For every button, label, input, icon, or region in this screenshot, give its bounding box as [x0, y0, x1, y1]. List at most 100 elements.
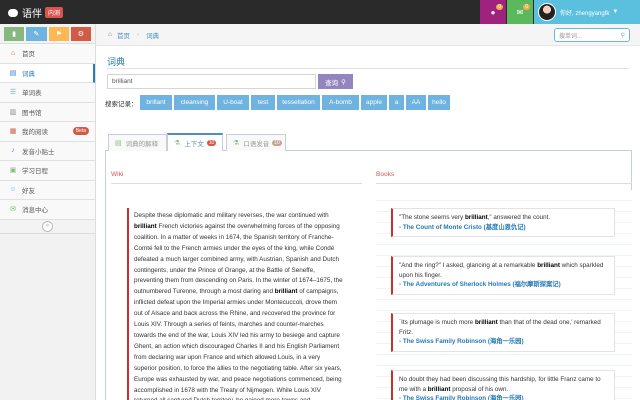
- sidebar-item-label: 消息中心: [22, 207, 48, 215]
- sidebar-item-5[interactable]: ♪ 发音小贴士: [0, 141, 95, 161]
- home-icon: ⌂: [10, 49, 16, 57]
- sidebar-item-2[interactable]: ☰ 单词表: [0, 83, 95, 103]
- shortcut-edit-icon[interactable]: ✎: [26, 27, 47, 41]
- page-title: 词典: [107, 57, 126, 67]
- query-button[interactable]: 查询 ⚲: [318, 74, 353, 89]
- sidebar-item-label: 图书馆: [22, 109, 42, 117]
- tab-count: 10: [206, 140, 217, 146]
- wiki-text: French victories against the overwhelmin…: [134, 222, 343, 296]
- double-chevron-left-icon: «: [42, 220, 53, 232]
- brand-badge: 内测: [45, 7, 64, 18]
- tab-count: 10: [272, 140, 282, 146]
- book-source-link[interactable]: - The Swiss Family Robinson (海角一乐园): [399, 338, 524, 345]
- highlight-word: brilliant: [474, 319, 498, 326]
- history-tag[interactable]: apple: [361, 95, 387, 110]
- title-divider: [107, 68, 629, 69]
- sidebar-collapse[interactable]: «: [0, 219, 95, 234]
- history-tag[interactable]: A-bomb: [322, 95, 359, 110]
- sidebar-item-label: 发音小贴士: [22, 148, 55, 156]
- tab-label: 词典的解释: [125, 141, 159, 148]
- sidebar-shortcuts: ▮ ✎ ⚑ ⚙: [0, 24, 95, 44]
- highlight-word: brilliant: [134, 222, 157, 230]
- book-icon: ▤: [115, 140, 122, 147]
- notifications-count: 0: [496, 4, 503, 10]
- top-navbar: 语伴 内测 ● 0 ✉ 0 你好, zhengyangfk ▼: [0, 0, 640, 24]
- envelope-icon: ✉: [516, 7, 524, 17]
- sidebar-item-7[interactable]: ☺ 好友: [0, 180, 95, 200]
- list-icon: ☰: [9, 89, 17, 97]
- search-input[interactable]: 搜单词... ⚲: [554, 28, 630, 42]
- sidebar-item-6[interactable]: ▣ 学习日程: [0, 161, 95, 181]
- history-tag[interactable]: AA: [406, 95, 426, 110]
- shortcut-stats-icon[interactable]: ▮: [4, 27, 25, 41]
- book-source-link[interactable]: - The Count of Monte Cristo (基度山恩仇记): [399, 224, 526, 231]
- quote-text: proposal of his own.: [450, 385, 509, 393]
- sidebar-item-label: 学习日程: [22, 168, 48, 176]
- history-tag[interactable]: a: [389, 95, 404, 110]
- history-tag[interactable]: test: [251, 95, 275, 110]
- shortcut-bookmark-icon[interactable]: ⚑: [48, 27, 69, 41]
- library-icon: ▥: [9, 108, 17, 116]
- highlight-word: brilliant: [464, 214, 488, 221]
- history-tag[interactable]: brillant: [140, 95, 172, 110]
- sidebar: ▮ ✎ ⚑ ⚙ ⌂ 首页 ▤ 词典 ☰ 单词表 ▥ 图书馆 ▦ 我的阅读 Beta ♪ 发音小贴士 ▣ 学习…: [0, 24, 96, 400]
- caret-down-icon: ▼: [612, 9, 619, 15]
- word-input[interactable]: brilliant: [107, 74, 316, 89]
- shortcut-settings-icon[interactable]: ⚙: [70, 27, 91, 41]
- avatar: [538, 3, 556, 21]
- home-icon[interactable]: ⌂: [108, 31, 112, 38]
- highlight-word: brilliant: [537, 262, 560, 269]
- reading-icon: ▦: [9, 128, 17, 136]
- book-source-link[interactable]: - The Adventures of Sherlock Holmes (福尔摩…: [399, 281, 561, 288]
- flask-icon: ⚗: [174, 140, 181, 147]
- history-tag[interactable]: cleansing: [174, 95, 215, 110]
- wiki-text: Despite these diplomatic and military re…: [134, 212, 329, 219]
- sidebar-item-4[interactable]: ▦ 我的阅读 Beta: [0, 122, 95, 142]
- breadcrumb-separator-icon: ›: [136, 31, 140, 38]
- book-quote: "The stone seems very brilliant," answer…: [391, 208, 615, 237]
- message-icon: ✉: [10, 206, 16, 214]
- books-heading: Books: [376, 171, 395, 178]
- notifications-button[interactable]: ● 0: [480, 0, 506, 24]
- user-greeting: 你好, zhengyangfk: [560, 10, 610, 17]
- book-quote: No doubt they had been discussing this h…: [391, 370, 615, 400]
- quote-text: `Its plumage is much more: [399, 319, 475, 326]
- user-menu[interactable]: 你好, zhengyangfk ▼: [534, 0, 640, 24]
- sidebar-item-label: 单词表: [22, 90, 42, 98]
- sidebar-item-8[interactable]: ✉ 消息中心: [0, 200, 95, 220]
- breadcrumb-home[interactable]: 首页: [117, 30, 130, 40]
- tab-2[interactable]: ⚗ 口语发音 10: [226, 134, 286, 151]
- result-tabs: ▤ 词典的解释 ⚗ 上下文 10 ⚗ 口语发音 10: [105, 133, 632, 151]
- brand-name: 语伴: [22, 9, 42, 20]
- history-tag[interactable]: U-boat: [217, 95, 249, 110]
- wiki-divider: [111, 183, 362, 184]
- wiki-paragraph: Despite these diplomatic and military re…: [134, 211, 344, 400]
- sidebar-item-0[interactable]: ⌂ 首页: [0, 44, 95, 64]
- messages-count: 0: [523, 4, 530, 10]
- chat-bubble-icon: [8, 8, 18, 17]
- book-quote: "And the ring?" I asked, glancing at a r…: [391, 256, 615, 295]
- book-source-link[interactable]: - The Swiss Family Robinson (海角一乐园): [399, 395, 524, 400]
- brand-logo[interactable]: 语伴 内测: [8, 5, 64, 20]
- wiki-heading: Wiki: [111, 171, 124, 178]
- sidebar-item-1[interactable]: ▤ 词典: [0, 63, 95, 83]
- history-tag[interactable]: tessellation: [277, 95, 320, 110]
- sidebar-item-label: 好友: [22, 187, 35, 195]
- flask-icon: ⚗: [233, 140, 240, 147]
- history-tag[interactable]: hello: [428, 95, 450, 110]
- bell-icon: ●: [490, 7, 496, 17]
- book-quote: `Its plumage is much more brilliant than…: [391, 313, 615, 352]
- tab-0[interactable]: ▤ 词典的解释: [108, 134, 167, 151]
- sidebar-item-label: 首页: [22, 51, 35, 59]
- sidebar-item-label: 词典: [22, 70, 35, 78]
- calendar-icon: ▣: [9, 167, 17, 175]
- sidebar-item-3[interactable]: ▥ 图书馆: [0, 102, 95, 122]
- highlight-word: brilliant: [274, 288, 298, 296]
- messages-button[interactable]: ✉ 0: [507, 0, 533, 24]
- quote-text: ," answered the count.: [487, 214, 551, 221]
- beta-badge: Beta: [72, 127, 89, 136]
- quote-text: "The stone seems very: [399, 214, 465, 221]
- highlight-word: brilliant: [427, 385, 451, 393]
- tab-1[interactable]: ⚗ 上下文 10: [167, 133, 223, 151]
- search-icon: ⚲: [620, 32, 625, 39]
